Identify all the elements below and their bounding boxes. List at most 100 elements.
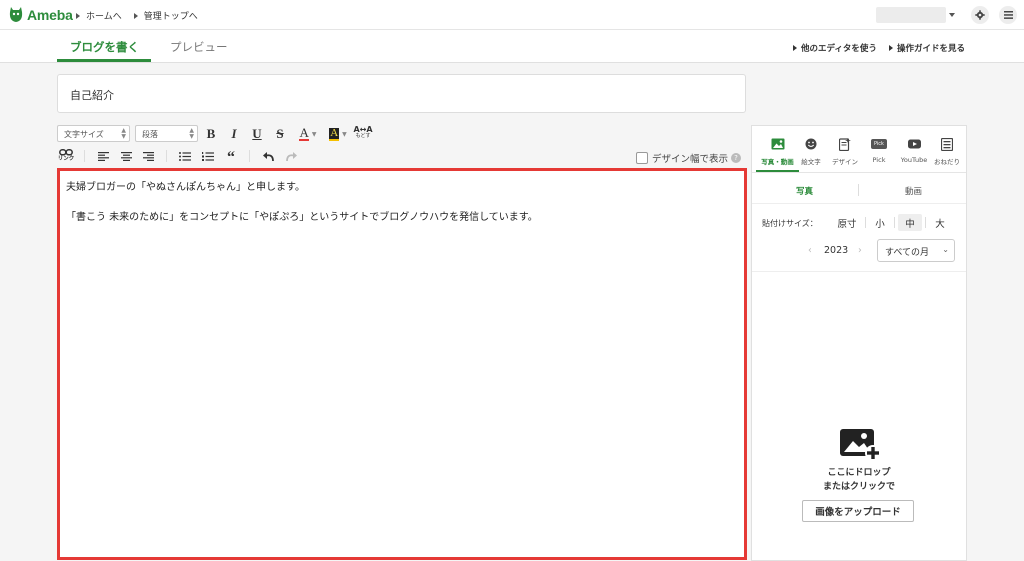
toolbar-divider xyxy=(166,150,167,162)
divider xyxy=(865,217,866,228)
panel-tab-emoji[interactable]: 絵文字 xyxy=(794,137,828,166)
link-label: リンク xyxy=(57,156,75,162)
panel-tab-label: 絵文字 xyxy=(801,158,821,166)
size-option-medium[interactable]: 中 xyxy=(898,214,922,231)
quote-button[interactable]: “ xyxy=(224,148,238,166)
italic-button[interactable]: I xyxy=(227,126,241,142)
font-size-select-label: 文字サイズ xyxy=(64,130,104,139)
prev-year-icon[interactable]: ‹ xyxy=(808,245,812,256)
text-color-icon: A xyxy=(299,125,309,141)
numbered-list-button[interactable] xyxy=(201,148,215,164)
paragraph-select[interactable]: 段落 ▲ ▼ xyxy=(135,125,198,142)
media-panel: 写真・動画 絵文字 デザイン Pick Pick YouTube おねだり 写真… xyxy=(751,125,967,561)
size-option-large[interactable]: 大 xyxy=(929,214,951,231)
chevron-down-icon: ⌄ xyxy=(942,245,949,254)
other-editor-link[interactable]: 他のエディタを使う xyxy=(793,42,877,54)
align-right-button[interactable] xyxy=(141,148,155,164)
request-icon xyxy=(930,137,964,151)
month-select[interactable]: すべての月 ⌄ xyxy=(877,239,955,262)
design-width-checkbox[interactable] xyxy=(636,152,648,164)
gear-icon xyxy=(975,10,985,20)
hamburger-icon xyxy=(1003,11,1013,19)
editor-blank-line xyxy=(66,195,738,210)
top-bar: Ameba ホームへ 管理トップへ xyxy=(0,0,1024,30)
tab-preview[interactable]: プレビュー xyxy=(170,39,228,55)
next-year-icon[interactable]: › xyxy=(858,245,862,256)
divider xyxy=(925,217,926,228)
design-icon xyxy=(828,137,862,151)
redo-icon xyxy=(285,151,297,161)
triangle-right-icon xyxy=(793,45,797,51)
design-width-toggle: デザイン幅で表示 ? xyxy=(636,151,742,165)
other-editor-label: 他のエディタを使う xyxy=(801,44,877,54)
add-image-icon xyxy=(840,429,881,461)
subtab-video[interactable]: 動画 xyxy=(905,185,922,197)
menu-button[interactable] xyxy=(999,6,1017,24)
panel-tab-photo-video[interactable]: 写真・動画 xyxy=(756,137,799,166)
breadcrumb-admin-label: 管理トップへ xyxy=(143,12,198,22)
breadcrumb-home[interactable]: ホームへ xyxy=(76,9,122,22)
font-size-select[interactable]: 文字サイズ ▲ ▼ xyxy=(57,125,130,142)
ameba-logo[interactable]: Ameba xyxy=(9,6,73,23)
triangle-right-icon xyxy=(76,12,80,19)
divider xyxy=(858,184,859,196)
panel-tab-design[interactable]: デザイン xyxy=(828,137,862,166)
panel-tab-label: デザイン xyxy=(832,158,858,166)
underline-button[interactable]: U xyxy=(250,126,264,142)
panel-tab-youtube[interactable]: YouTube xyxy=(897,137,931,164)
help-icon[interactable]: ? xyxy=(731,153,742,163)
paste-size-label: 貼付けサイズ： xyxy=(762,219,818,228)
align-right-icon xyxy=(142,151,154,161)
breadcrumb-admin[interactable]: 管理トップへ xyxy=(133,9,198,22)
strikethrough-button[interactable]: S xyxy=(273,126,287,142)
toolbar-divider xyxy=(84,150,85,162)
panel-tab-label: おねだり xyxy=(934,158,960,166)
reset-format-button[interactable]: A↔A もどす xyxy=(353,125,372,141)
quote-icon: “ xyxy=(227,149,235,166)
editor-tab-bar: ブログを書く プレビュー 他のエディタを使う 操作ガイドを見る xyxy=(0,30,1024,63)
ameba-mascot-icon xyxy=(9,7,23,22)
panel-tab-pick[interactable]: Pick Pick xyxy=(862,137,896,164)
editor-paragraph: 夫婦ブロガーの「やぬさんぽんちゃん」と申します。 xyxy=(66,182,305,193)
editor-paragraph: 「書こう 未来のために」をコンセプトに「やぽぷろ」というサイトでブログノウハウを… xyxy=(66,212,538,223)
size-option-original[interactable]: 原寸 xyxy=(832,214,862,231)
upload-dropzone[interactable] xyxy=(839,426,881,466)
divider xyxy=(752,172,966,173)
bullet-list-icon xyxy=(179,151,191,161)
panel-tab-request[interactable]: おねだり xyxy=(930,137,964,166)
youtube-icon xyxy=(897,137,931,151)
user-menu-caret-icon[interactable] xyxy=(949,13,955,17)
editor-body[interactable]: 夫婦ブロガーの「やぬさんぽんちゃん」と申します。 「書こう 未来のために」をコン… xyxy=(57,168,747,560)
divider xyxy=(752,203,966,204)
text-color-button[interactable]: A ▼ xyxy=(295,126,321,142)
background-color-button[interactable]: A ▼ xyxy=(325,126,351,142)
breadcrumb-home-label: ホームへ xyxy=(86,12,122,22)
link-button[interactable]: リンク xyxy=(57,148,75,164)
guide-link[interactable]: 操作ガイドを見る xyxy=(889,42,965,54)
active-tab-indicator xyxy=(57,59,151,62)
size-option-small[interactable]: 小 xyxy=(869,214,891,231)
user-name-placeholder[interactable] xyxy=(876,7,946,23)
undo-button[interactable] xyxy=(261,148,275,164)
pick-icon: Pick xyxy=(862,137,896,151)
caret-down-icon: ▼ xyxy=(311,130,317,138)
title-input[interactable]: 自己紹介 xyxy=(57,74,746,113)
divider xyxy=(894,217,895,228)
logo-text: Ameba xyxy=(27,6,73,23)
redo-button[interactable] xyxy=(284,148,298,164)
toolbar-divider xyxy=(249,150,250,162)
panel-tab-label: 写真・動画 xyxy=(761,158,794,166)
tab-write[interactable]: ブログを書く xyxy=(70,39,139,55)
align-left-button[interactable] xyxy=(96,148,110,164)
bold-button[interactable]: B xyxy=(204,126,218,142)
drop-hint-line2: またはクリックで xyxy=(822,482,895,492)
upload-image-button[interactable]: 画像をアップロード xyxy=(802,500,914,522)
panel-tab-label: YouTube xyxy=(900,156,928,164)
pick-badge-text: Pick xyxy=(871,139,887,149)
bullet-list-button[interactable] xyxy=(178,148,192,164)
settings-button[interactable] xyxy=(971,6,989,24)
align-center-button[interactable] xyxy=(119,148,133,164)
subtab-photo[interactable]: 写真 xyxy=(796,185,813,197)
highlight-icon: A xyxy=(329,126,340,141)
divider xyxy=(752,271,966,272)
